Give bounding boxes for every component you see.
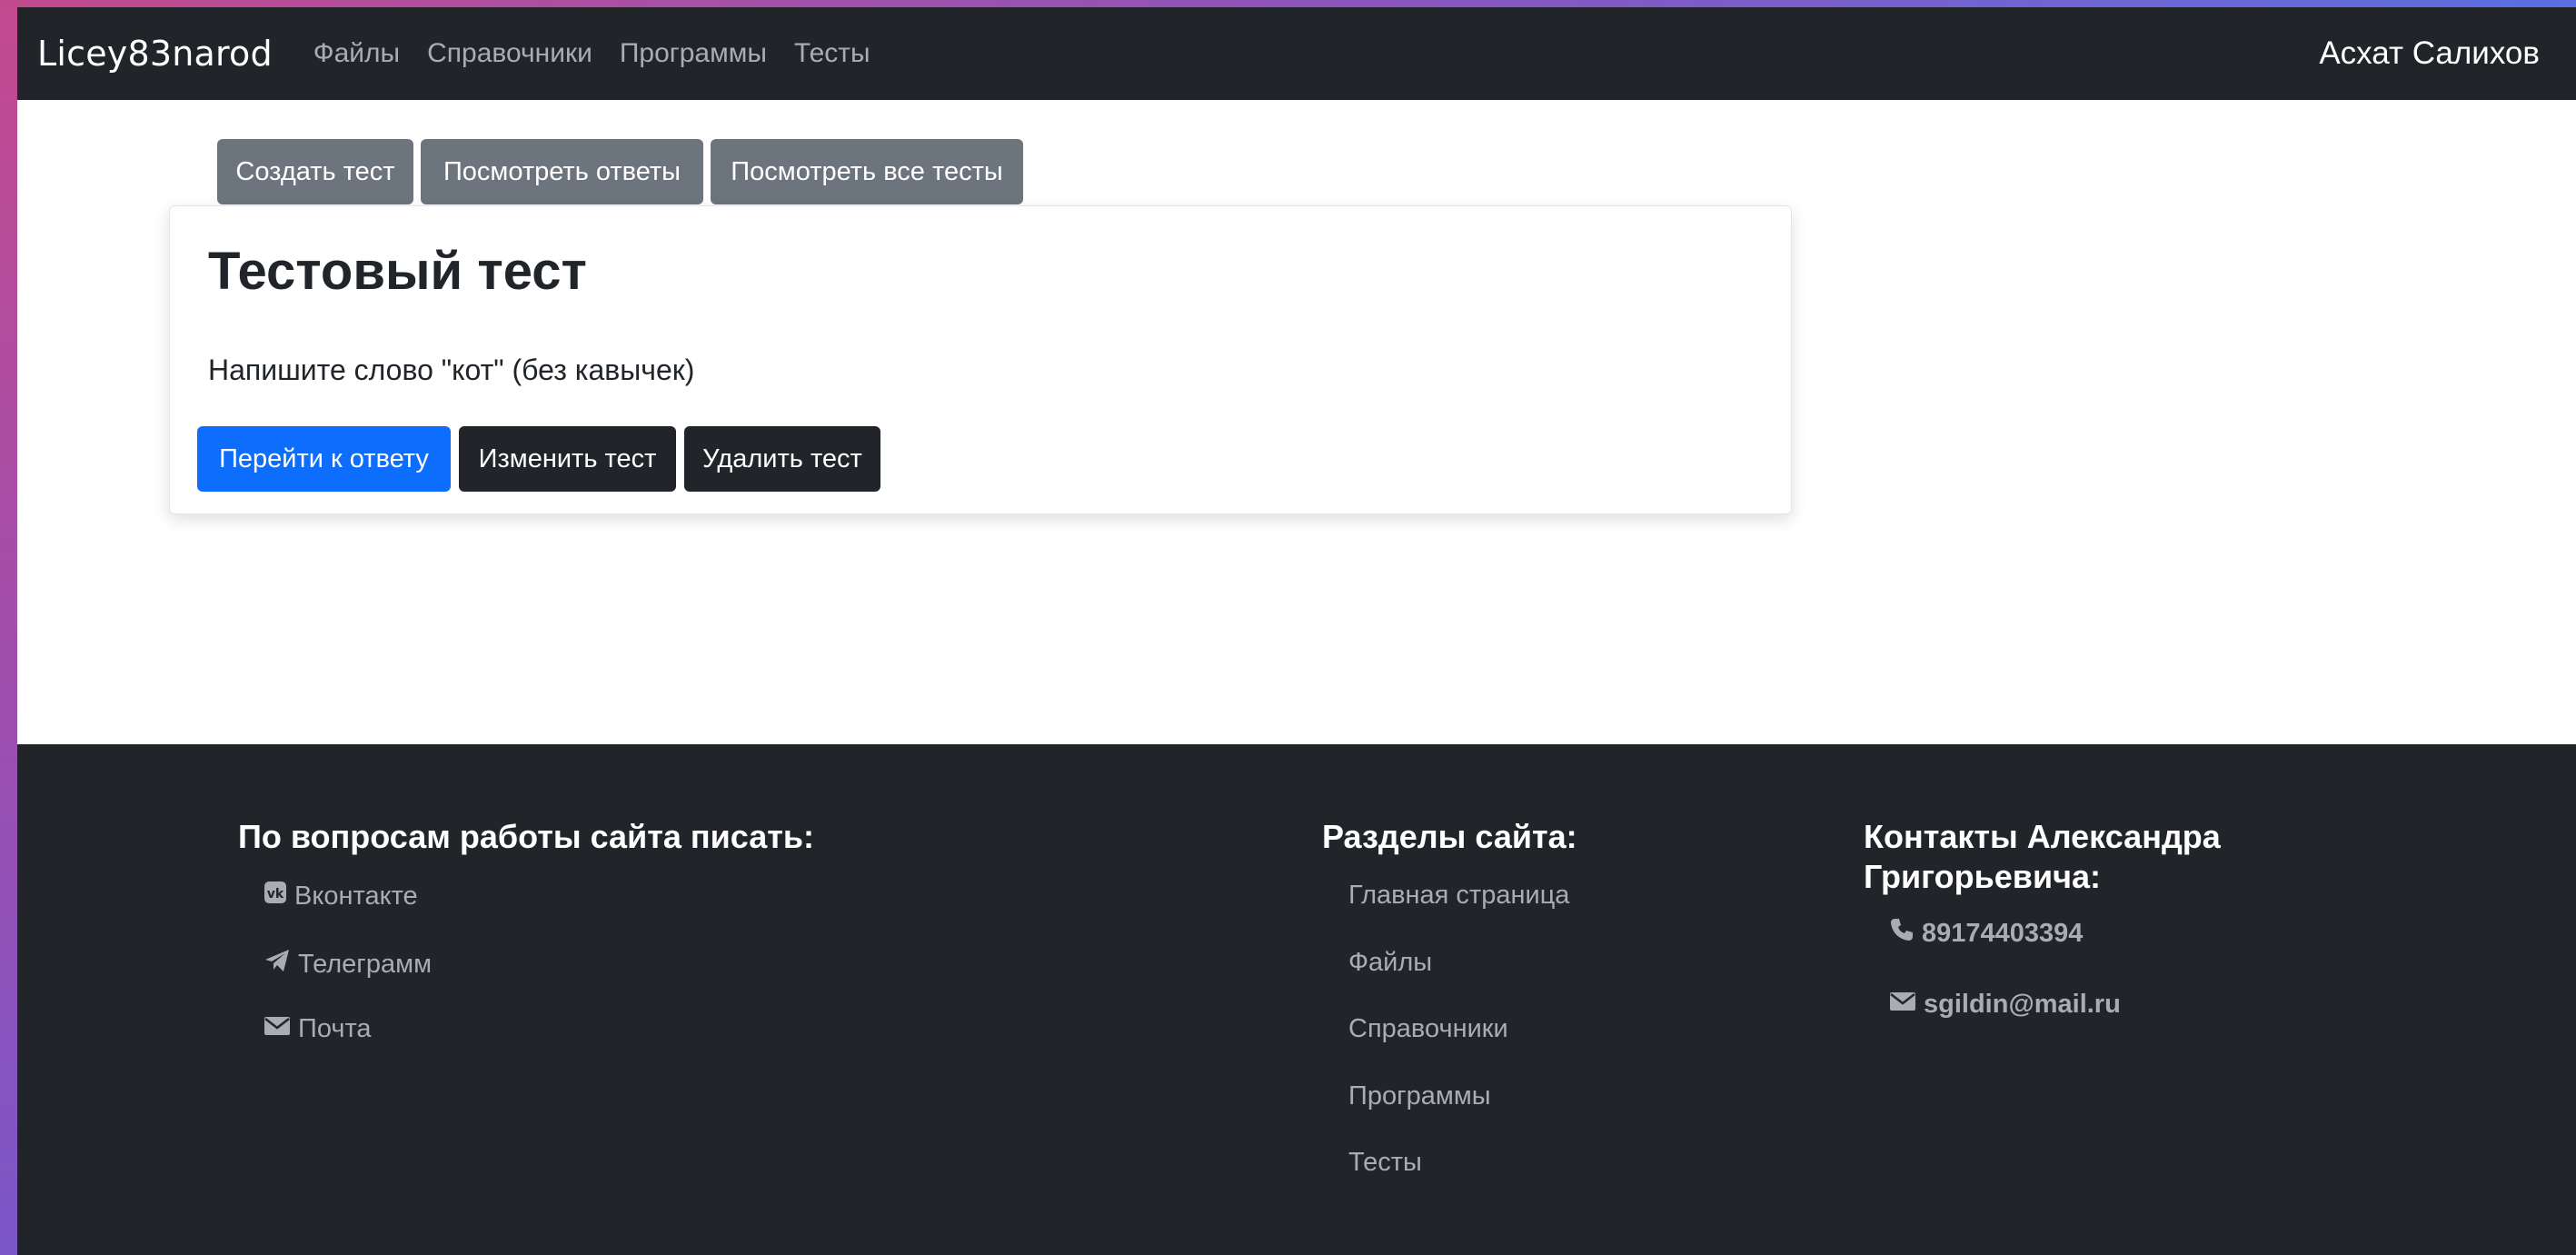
user-name[interactable]: Асхат Салихов — [2319, 7, 2540, 100]
test-question: Напишите слово "кот" (без кавычек) — [208, 354, 695, 386]
footer-link-files[interactable]: Файлы — [1348, 948, 1432, 978]
brand-logo[interactable]: Licey83narod — [37, 34, 273, 74]
contacts-heading-line2: Григорьевича: — [1864, 858, 2101, 895]
email-address: sgildin@mail.ru — [1924, 990, 2121, 1019]
nav-link-tests[interactable]: Тесты — [794, 38, 870, 69]
support-heading: По вопросам работы сайта писать: — [238, 818, 814, 855]
svg-text:vk: vk — [267, 887, 284, 901]
envelope-icon — [264, 1014, 298, 1044]
browser-page: Licey83narod Файлы Справочники Программы… — [17, 7, 2576, 1255]
vk-icon: vk — [264, 881, 294, 911]
nav-link-programs[interactable]: Программы — [620, 38, 767, 69]
phone-icon — [1889, 917, 1922, 950]
telegram-link[interactable]: Телеграмм — [264, 948, 432, 981]
envelope-icon — [1889, 990, 1924, 1020]
create-test-button[interactable]: Создать тест — [217, 139, 413, 204]
vk-link-label: Вконтакте — [294, 881, 418, 911]
email-link[interactable]: sgildin@mail.ru — [1889, 990, 2121, 1020]
nav-link-files[interactable]: Файлы — [313, 38, 400, 69]
desktop-background-stripe — [0, 0, 2576, 7]
navbar: Licey83narod Файлы Справочники Программы… — [17, 7, 2576, 100]
mail-link-label: Почта — [298, 1014, 372, 1043]
contacts-heading-line1: Контакты Александра — [1864, 818, 2221, 855]
delete-test-button[interactable]: Удалить тест — [684, 426, 880, 492]
go-to-answer-button[interactable]: Перейти к ответу — [197, 426, 451, 492]
vk-link[interactable]: vk Вконтакте — [264, 881, 418, 911]
nav-links: Файлы Справочники Программы Тесты — [313, 38, 898, 69]
contacts-heading: Контакты Александра Григорьевича: — [1864, 817, 2221, 897]
telegram-link-label: Телеграмм — [298, 949, 433, 979]
edit-test-button[interactable]: Изменить тест — [459, 426, 676, 492]
view-answers-button[interactable]: Посмотреть ответы — [421, 139, 703, 204]
test-title: Тестовый тест — [208, 242, 587, 301]
mail-link[interactable]: Почта — [264, 1014, 372, 1044]
footer-link-programs[interactable]: Программы — [1348, 1081, 1491, 1111]
nav-link-references[interactable]: Справочники — [427, 38, 592, 69]
phone-link[interactable]: 89174403394 — [1889, 917, 2083, 950]
footer-link-tests[interactable]: Тесты — [1348, 1148, 1422, 1178]
telegram-icon — [264, 948, 298, 981]
phone-number: 89174403394 — [1922, 918, 2084, 948]
footer-link-references[interactable]: Справочники — [1348, 1014, 1508, 1044]
footer-link-home[interactable]: Главная страница — [1348, 881, 1569, 911]
footer: По вопросам работы сайта писать: vk Вкон… — [17, 744, 2576, 1255]
sections-heading: Разделы сайта: — [1322, 818, 1577, 855]
view-all-tests-button[interactable]: Посмотреть все тесты — [711, 139, 1023, 204]
